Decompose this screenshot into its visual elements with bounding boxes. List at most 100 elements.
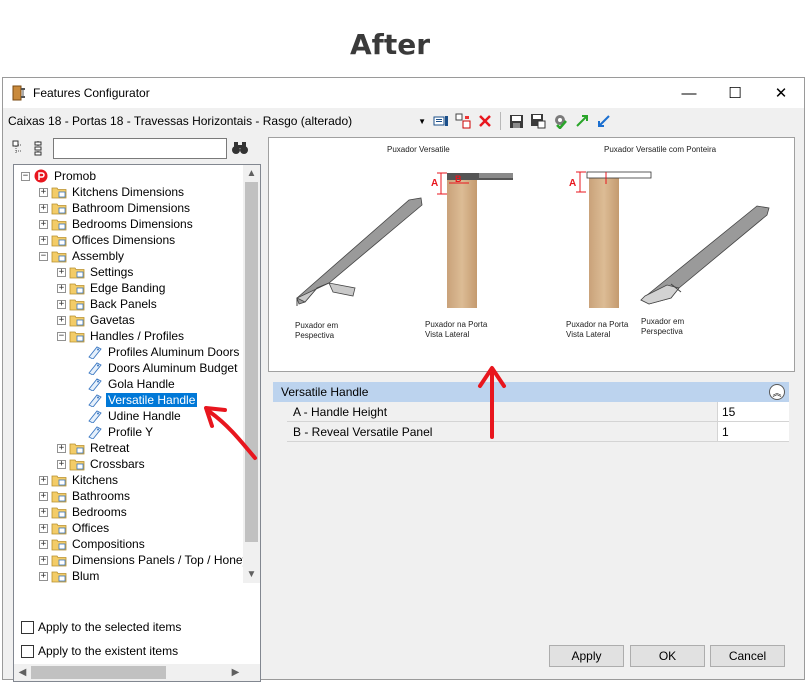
tree-item-label: Udine Handle bbox=[108, 409, 181, 423]
tree-item[interactable]: − Promob bbox=[21, 168, 98, 184]
apply-existent-option[interactable]: Apply to the existent items bbox=[21, 644, 178, 658]
save-icon[interactable] bbox=[507, 112, 525, 130]
tree-vertical-scrollbar[interactable]: ▲ ▼ bbox=[243, 165, 260, 583]
tree-item[interactable]: + Settings bbox=[57, 264, 135, 280]
scroll-up-icon[interactable]: ▲ bbox=[243, 165, 260, 182]
tree-item[interactable]: − Handles / Profiles bbox=[57, 328, 186, 344]
tree-item[interactable]: + Bathroom Dimensions bbox=[39, 200, 192, 216]
tree-item[interactable]: Gola Handle bbox=[75, 376, 177, 392]
settings-icon[interactable] bbox=[551, 112, 569, 130]
expand-node-icon[interactable]: + bbox=[57, 283, 66, 293]
apply-selected-option[interactable]: Apply to the selected items bbox=[21, 620, 181, 634]
tree-item[interactable]: + Offices bbox=[39, 520, 111, 536]
collapse-node-icon[interactable]: − bbox=[39, 251, 48, 261]
dimension-b-label: B bbox=[455, 174, 462, 184]
tree-item[interactable]: + Retreat bbox=[57, 440, 131, 456]
tree-item[interactable]: + Edge Banding bbox=[57, 280, 167, 296]
expand-node-icon[interactable]: + bbox=[57, 459, 66, 469]
folder-icon bbox=[69, 265, 85, 279]
save-as-icon[interactable] bbox=[529, 112, 547, 130]
tree-item[interactable]: Profiles Aluminum Doors bbox=[75, 344, 241, 360]
expand-node-icon[interactable]: + bbox=[57, 267, 66, 277]
tree-item[interactable]: + Blum bbox=[39, 568, 101, 584]
cancel-button[interactable]: Cancel bbox=[710, 645, 785, 667]
properties-grid: Versatile Handle ︽ A - Handle Height 15 … bbox=[273, 382, 789, 442]
tree-item[interactable]: Profile Y bbox=[75, 424, 155, 440]
property-group-header[interactable]: Versatile Handle ︽ bbox=[273, 382, 789, 402]
expand-tree-icon[interactable] bbox=[29, 139, 47, 157]
chevron-down-icon[interactable]: ▼ bbox=[418, 117, 426, 126]
tree-item[interactable]: + Bathrooms bbox=[39, 488, 132, 504]
import-icon[interactable] bbox=[573, 112, 591, 130]
feature-tag-icon bbox=[87, 377, 103, 391]
dimension-a-label-right: A bbox=[569, 178, 577, 189]
preview-label-side-right: Puxador na Porta Vista Lateral bbox=[566, 320, 629, 339]
expand-node-icon[interactable]: + bbox=[39, 187, 48, 197]
tree-item[interactable]: + Compositions bbox=[39, 536, 147, 552]
expand-node-icon[interactable]: + bbox=[57, 299, 66, 309]
tree-item[interactable]: + Gavetas bbox=[57, 312, 137, 328]
tree-item-label: Gola Handle bbox=[108, 377, 175, 391]
expand-node-icon[interactable]: + bbox=[39, 475, 48, 485]
apply-existent-checkbox[interactable] bbox=[21, 644, 34, 658]
expand-node-icon[interactable]: + bbox=[39, 203, 48, 213]
paste-icon[interactable] bbox=[454, 112, 472, 130]
tree-item[interactable]: + Kitchens bbox=[39, 472, 120, 488]
dimension-a-label-left: A bbox=[431, 178, 439, 189]
scroll-right-icon[interactable]: ▶ bbox=[227, 664, 244, 681]
tree-horizontal-scrollbar[interactable]: ◀ ▶ bbox=[14, 664, 244, 681]
property-row[interactable]: B - Reveal Versatile Panel 1 bbox=[287, 422, 789, 442]
folder-icon bbox=[51, 233, 67, 247]
tree-item[interactable]: + Bedrooms Dimensions bbox=[39, 216, 195, 232]
close-button[interactable]: ✕ bbox=[758, 78, 804, 108]
collapse-chevron-icon[interactable]: ︽ bbox=[769, 384, 785, 400]
property-row[interactable]: A - Handle Height 15 bbox=[287, 402, 789, 422]
binoculars-icon[interactable] bbox=[231, 139, 249, 157]
expand-node-icon[interactable]: + bbox=[39, 523, 48, 533]
expand-node-icon[interactable]: + bbox=[39, 555, 48, 565]
delete-icon[interactable] bbox=[476, 112, 494, 130]
expand-node-icon[interactable]: + bbox=[57, 443, 66, 453]
expand-node-icon[interactable]: + bbox=[39, 235, 48, 245]
tree-item[interactable]: + Back Panels bbox=[57, 296, 159, 312]
tree-item[interactable]: + Crossbars bbox=[57, 456, 147, 472]
apply-button[interactable]: Apply bbox=[549, 645, 624, 667]
export-icon[interactable] bbox=[595, 112, 613, 130]
tree-item[interactable]: Versatile Handle bbox=[75, 392, 198, 408]
expand-node-icon[interactable]: + bbox=[57, 315, 66, 325]
expand-node-icon[interactable]: + bbox=[39, 219, 48, 229]
collapse-node-icon[interactable]: − bbox=[21, 171, 30, 181]
apply-selected-checkbox[interactable] bbox=[21, 620, 34, 634]
collapse-tree-icon[interactable] bbox=[11, 139, 29, 157]
after-caption: After bbox=[349, 28, 431, 61]
folder-icon bbox=[69, 313, 85, 327]
property-value-field[interactable]: 1 bbox=[717, 422, 789, 441]
tree-item[interactable]: + Kitchens Dimensions bbox=[39, 184, 186, 200]
features-tree[interactable]: + Blum + Dimensions Panels / Top / Honey + Co… bbox=[13, 164, 261, 682]
tree-item[interactable]: + Offices Dimensions bbox=[39, 232, 177, 248]
maximize-button[interactable]: ☐ bbox=[712, 78, 758, 108]
expand-node-icon[interactable]: + bbox=[39, 571, 48, 581]
copy-icon[interactable] bbox=[432, 112, 450, 130]
collapse-node-icon[interactable]: − bbox=[57, 331, 66, 341]
tree-item[interactable]: + Dimensions Panels / Top / Honey bbox=[39, 552, 251, 568]
tree-item-label: Bedrooms Dimensions bbox=[72, 217, 193, 231]
expand-node-icon[interactable]: + bbox=[39, 491, 48, 501]
tree-item-label: Versatile Handle bbox=[106, 393, 198, 407]
expand-node-icon[interactable]: + bbox=[39, 539, 48, 549]
expand-node-icon[interactable]: + bbox=[39, 507, 48, 517]
tree-vertical-scroll-thumb[interactable] bbox=[245, 182, 258, 542]
tree-item[interactable]: Doors Aluminum Budget bbox=[75, 360, 239, 376]
scroll-down-icon[interactable]: ▼ bbox=[243, 566, 260, 583]
tree-item[interactable]: + Bedrooms bbox=[39, 504, 129, 520]
tree-horizontal-scroll-thumb[interactable] bbox=[31, 666, 166, 679]
search-input[interactable] bbox=[53, 137, 227, 159]
scroll-left-icon[interactable]: ◀ bbox=[14, 664, 31, 681]
tree-item[interactable]: Udine Handle bbox=[75, 408, 183, 424]
configuration-path-combo[interactable]: Caixas 18 - Portas 18 - Travessas Horizo… bbox=[8, 114, 428, 128]
minimize-button[interactable]: — bbox=[666, 78, 712, 108]
tree-item[interactable]: − Assembly bbox=[39, 248, 126, 264]
tree-item-label: Kitchens bbox=[72, 473, 119, 487]
property-value-field[interactable]: 15 bbox=[717, 402, 789, 421]
ok-button[interactable]: OK bbox=[630, 645, 705, 667]
